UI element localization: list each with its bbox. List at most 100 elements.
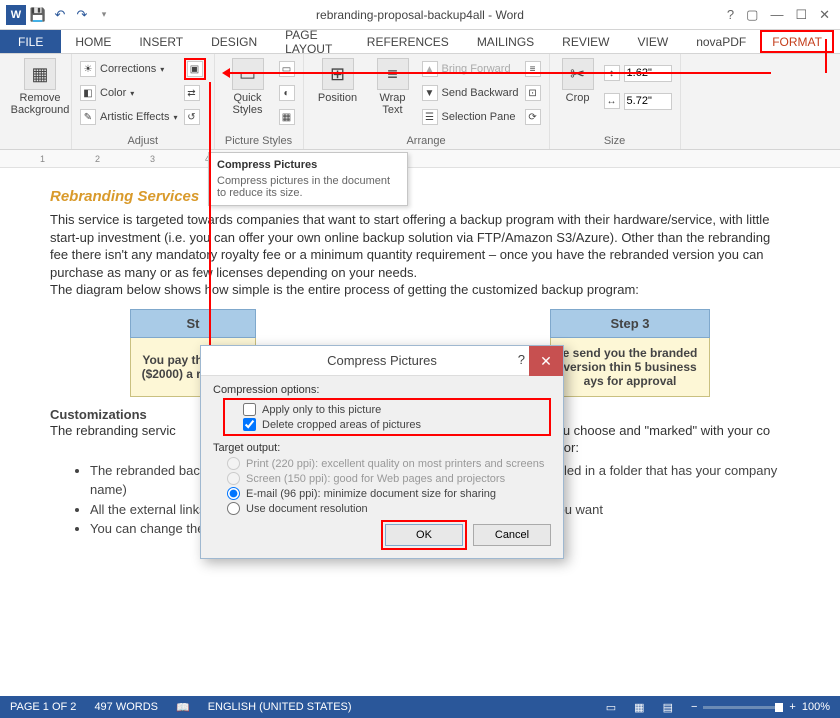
tab-format[interactable]: FORMAT: [760, 30, 834, 53]
remove-bg-label: Remove Background: [8, 92, 72, 116]
paragraph-diagram-intro: The diagram below shows how simple is th…: [50, 281, 790, 299]
tab-references[interactable]: REFERENCES: [353, 30, 463, 53]
align-button[interactable]: ≡: [525, 58, 541, 80]
redo-icon[interactable]: ↷: [72, 5, 92, 25]
change-picture-icon: ⇄: [184, 85, 200, 101]
send-backward-button[interactable]: ▼Send Backward: [422, 82, 519, 104]
picture-layout-button[interactable]: ▦: [279, 106, 295, 128]
group-remove-bg: ▦ Remove Background: [0, 54, 72, 149]
ruler[interactable]: 1234567: [0, 150, 840, 168]
tab-view[interactable]: VIEW: [624, 30, 683, 53]
window-title: rebranding-proposal-backup4all - Word: [316, 8, 524, 22]
cancel-button[interactable]: Cancel: [473, 524, 551, 546]
docres-label: Use document resolution: [246, 503, 368, 515]
docres-option[interactable]: Use document resolution: [213, 501, 551, 516]
target-output-label: Target output:: [213, 442, 551, 454]
dialog-title: Compress Pictures: [327, 353, 437, 368]
send-backward-label: Send Backward: [442, 87, 519, 99]
maximize-icon[interactable]: ☐: [795, 7, 807, 23]
status-page[interactable]: PAGE 1 OF 2: [10, 701, 76, 713]
group-picture-styles: ▭ Quick Styles ▭ ◐ ▦ Picture Styles: [215, 54, 304, 149]
group-size: ✂ Crop ↕ ↔ Size: [550, 54, 681, 149]
status-proofing-icon[interactable]: 📖: [176, 701, 190, 714]
dialog-close-icon[interactable]: ✕: [529, 346, 563, 376]
status-bar: PAGE 1 OF 2 497 WORDS 📖 ENGLISH (UNITED …: [0, 696, 840, 718]
dialog-title-bar[interactable]: Compress Pictures ? ✕: [201, 346, 563, 376]
wrap-text-label: Wrap Text: [370, 92, 416, 116]
save-icon[interactable]: 💾: [28, 5, 48, 25]
tab-design[interactable]: DESIGN: [197, 30, 271, 53]
minimize-icon[interactable]: —: [770, 7, 783, 23]
palette-icon: ◧: [80, 85, 96, 101]
docres-radio[interactable]: [227, 502, 240, 515]
remove-bg-icon: ▦: [24, 58, 56, 90]
picture-border-button[interactable]: ▭: [279, 58, 295, 80]
help-icon[interactable]: ?: [727, 7, 734, 23]
close-icon[interactable]: ✕: [819, 7, 830, 23]
zoom-level[interactable]: 100%: [802, 701, 830, 713]
quick-styles-button[interactable]: ▭ Quick Styles: [223, 58, 273, 116]
delete-cropped-checkbox[interactable]: [243, 418, 256, 431]
tab-mailings[interactable]: MAILINGS: [463, 30, 548, 53]
rotate-button[interactable]: ⟳: [525, 106, 541, 128]
width-icon: ↔: [604, 93, 620, 109]
wrap-text-button[interactable]: ≡ Wrap Text: [370, 58, 416, 116]
compression-options-label: Compression options:: [213, 384, 551, 396]
email-label: E-mail (96 ppi): minimize document size …: [246, 488, 496, 500]
remove-background-button[interactable]: ▦ Remove Background: [8, 58, 72, 116]
align-icon: ≡: [525, 61, 541, 77]
dialog-buttons: OK Cancel: [213, 524, 551, 546]
ribbon-display-icon[interactable]: ▢: [746, 7, 758, 23]
reset-picture-button[interactable]: ↺: [184, 106, 206, 128]
ribbon-tabs: FILE HOME INSERT DESIGN PAGE LAYOUT REFE…: [0, 30, 840, 54]
email-radio[interactable]: [227, 487, 240, 500]
status-language[interactable]: ENGLISH (UNITED STATES): [208, 701, 352, 713]
selection-pane-icon: ☰: [422, 109, 438, 125]
status-words[interactable]: 497 WORDS: [94, 701, 158, 713]
undo-icon[interactable]: ↶: [50, 5, 70, 25]
delete-cropped-option[interactable]: Delete cropped areas of pictures: [229, 417, 545, 432]
change-picture-button[interactable]: ⇄: [184, 82, 206, 104]
email-option[interactable]: E-mail (96 ppi): minimize document size …: [213, 486, 551, 501]
qat-dropdown-icon[interactable]: ▾: [94, 5, 114, 25]
step1-header: St: [131, 309, 256, 337]
dialog-help-icon[interactable]: ?: [518, 352, 525, 367]
picture-effects-button[interactable]: ◐: [279, 82, 295, 104]
crop-button[interactable]: ✂ Crop: [558, 58, 598, 104]
height-input[interactable]: [624, 65, 672, 82]
bring-forward-button[interactable]: ▲Bring Forward: [422, 58, 519, 80]
zoom-slider[interactable]: [703, 706, 783, 709]
tab-novapdf[interactable]: novaPDF: [682, 30, 760, 53]
view-print-icon[interactable]: ▦: [634, 701, 644, 714]
apply-only-option[interactable]: Apply only to this picture: [229, 402, 545, 417]
crop-icon: ✂: [562, 58, 594, 90]
step3-cell: e send you the branded version thin 5 bu…: [551, 337, 710, 396]
ok-button[interactable]: OK: [385, 524, 463, 546]
color-button[interactable]: ◧Color▾: [80, 82, 178, 104]
view-web-icon[interactable]: ▤: [663, 701, 673, 714]
zoom-in-icon[interactable]: +: [789, 701, 795, 713]
tab-page-layout[interactable]: PAGE LAYOUT: [271, 30, 353, 53]
zoom-out-icon[interactable]: −: [691, 701, 697, 713]
corrections-button[interactable]: ☀Corrections▾: [80, 58, 178, 80]
apply-only-checkbox[interactable]: [243, 403, 256, 416]
width-row: ↔: [604, 90, 672, 112]
compress-pictures-button[interactable]: ▣: [184, 58, 206, 80]
compress-pictures-dialog: Compress Pictures ? ✕ Compression option…: [200, 345, 564, 559]
word-icon: W: [6, 5, 26, 25]
tab-home[interactable]: HOME: [61, 30, 125, 53]
tab-review[interactable]: REVIEW: [548, 30, 623, 53]
width-input[interactable]: [624, 93, 672, 110]
picture-styles-group-label: Picture Styles: [223, 133, 295, 147]
position-button[interactable]: ⊞ Position: [312, 58, 364, 104]
tab-file[interactable]: FILE: [0, 30, 61, 53]
tab-insert[interactable]: INSERT: [125, 30, 197, 53]
view-read-icon[interactable]: ▭: [606, 701, 616, 714]
selection-pane-button[interactable]: ☰Selection Pane: [422, 106, 519, 128]
group-button[interactable]: ⊡: [525, 82, 541, 104]
quick-styles-icon: ▭: [232, 58, 264, 90]
bring-forward-icon: ▲: [422, 61, 438, 77]
crop-label: Crop: [566, 92, 590, 104]
corrections-label: Corrections: [100, 63, 156, 75]
artistic-effects-button[interactable]: ✎Artistic Effects▾: [80, 106, 178, 128]
